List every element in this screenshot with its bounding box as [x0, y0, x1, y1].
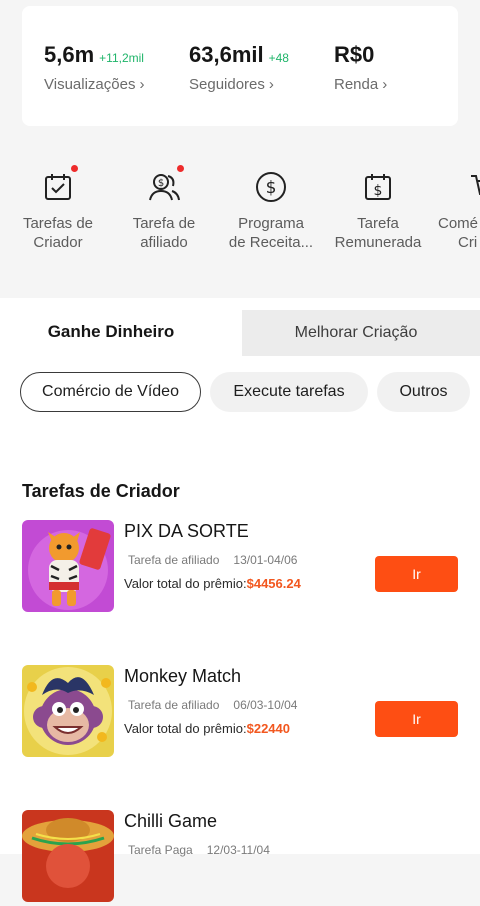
chevron-right-icon: ›: [268, 76, 274, 93]
stat-delta: +11,2mil: [99, 51, 144, 65]
shortcut-revenue-program[interactable]: $ Programa de Receita...: [216, 170, 326, 252]
stat-income[interactable]: R$0 Renda ›: [334, 42, 387, 93]
go-button[interactable]: Ir: [375, 556, 458, 592]
task-dates: 06/03-10/04: [233, 698, 298, 712]
task-type: Tarefa de afiliado: [128, 553, 220, 567]
stat-followers[interactable]: 63,6mil +48 Seguidores ›: [189, 42, 289, 93]
shortcut-label: Remunerada: [334, 234, 422, 251]
go-button[interactable]: Ir: [375, 701, 458, 737]
chevron-right-icon: ›: [382, 76, 388, 93]
stat-label: Seguidores: [189, 76, 265, 93]
prize-label: Valor total do prêmio:: [124, 576, 247, 591]
task-name: Monkey Match: [124, 666, 242, 686]
shortcut-label: Criador: [33, 234, 83, 251]
task-dates: 13/01-04/06: [233, 553, 298, 567]
monkey-game-thumbnail: [22, 665, 114, 757]
stat-value: R$0: [334, 42, 375, 67]
chip-others[interactable]: Outros: [377, 372, 470, 412]
prize-amount: $22440: [246, 721, 290, 736]
tab-label: Ganhe Dinheiro: [47, 322, 175, 341]
shortcut-creator-tasks[interactable]: Tarefas de Criador: [3, 165, 113, 252]
shortcut-label: Tarefas de: [22, 215, 94, 232]
shortcut-commerce[interactable]: Comé Cri: [430, 170, 480, 252]
svg-text:$: $: [374, 183, 383, 199]
shortcut-paid-task[interactable]: $ Tarefa Remunerada: [323, 170, 433, 252]
calendar-check-icon: [41, 165, 78, 204]
shortcut-label: Tarefa: [357, 215, 399, 232]
section-title: Tarefas de Criador: [22, 481, 180, 501]
stat-value: 63,6mil: [189, 42, 264, 67]
chip-video-commerce[interactable]: Comércio de Vídeo: [20, 372, 201, 412]
cart-icon: [468, 170, 480, 204]
stat-value: 5,6m: [44, 42, 95, 67]
tiger-game-thumbnail: [22, 520, 114, 612]
stat-delta: +48: [268, 51, 289, 65]
notification-dot: [177, 165, 184, 172]
task-name: PIX DA SORTE: [124, 521, 249, 541]
shortcut-row: Tarefas de Criador $ Tarefa de afiliado $ …: [0, 160, 480, 270]
svg-text:$: $: [266, 178, 277, 198]
shortcut-label: Cri: [458, 234, 478, 251]
stat-label: Renda: [334, 76, 379, 93]
tab-improve-creation[interactable]: Melhorar Criação: [232, 310, 480, 356]
task-type: Tarefa de afiliado: [128, 698, 220, 712]
svg-text:$: $: [158, 178, 164, 189]
task-item[interactable]: Monkey Match Tarefa de afiliado 06/03-10/…: [22, 665, 462, 761]
tab-label: Melhorar Criação: [294, 324, 418, 341]
task-dates: 12/03-11/04: [206, 843, 270, 857]
task-type: Tarefa Paga: [128, 843, 193, 857]
dollar-people-icon: $: [147, 165, 184, 204]
shortcut-label: afiliado: [140, 234, 188, 251]
stat-views[interactable]: 5,6m +11,2mil Visualizações ›: [44, 42, 144, 93]
dollar-calendar-icon: $: [361, 170, 395, 204]
prize-amount: $4456.24: [246, 576, 301, 591]
task-item[interactable]: Chilli Game Tarefa Paga 12/03-11/04: [22, 810, 462, 906]
chip-execute-tasks[interactable]: Execute tarefas: [210, 372, 368, 412]
shortcut-label: Comé: [438, 215, 479, 232]
prize-label: Valor total do prêmio:: [124, 721, 247, 736]
notification-dot: [71, 165, 78, 172]
stat-label: Visualizações: [44, 76, 136, 93]
stats-card: 5,6m +11,2mil Visualizações › 63,6mil +48…: [22, 6, 458, 126]
chilli-game-thumbnail: [22, 810, 114, 902]
tab-earn-money[interactable]: Ganhe Dinheiro: [0, 298, 242, 358]
chevron-right-icon: ›: [139, 76, 145, 93]
shortcut-affiliate-task[interactable]: $ Tarefa de afiliado: [109, 165, 219, 252]
task-item[interactable]: PIX DA SORTE Tarefa de afiliado 13/01-04/…: [22, 520, 462, 616]
dollar-circle-icon: $: [254, 170, 288, 204]
shortcut-label: Tarefa de: [132, 215, 196, 232]
task-name: Chilli Game: [124, 811, 218, 831]
shortcut-label: Programa: [238, 215, 304, 232]
shortcut-label: de Receita...: [228, 234, 314, 251]
